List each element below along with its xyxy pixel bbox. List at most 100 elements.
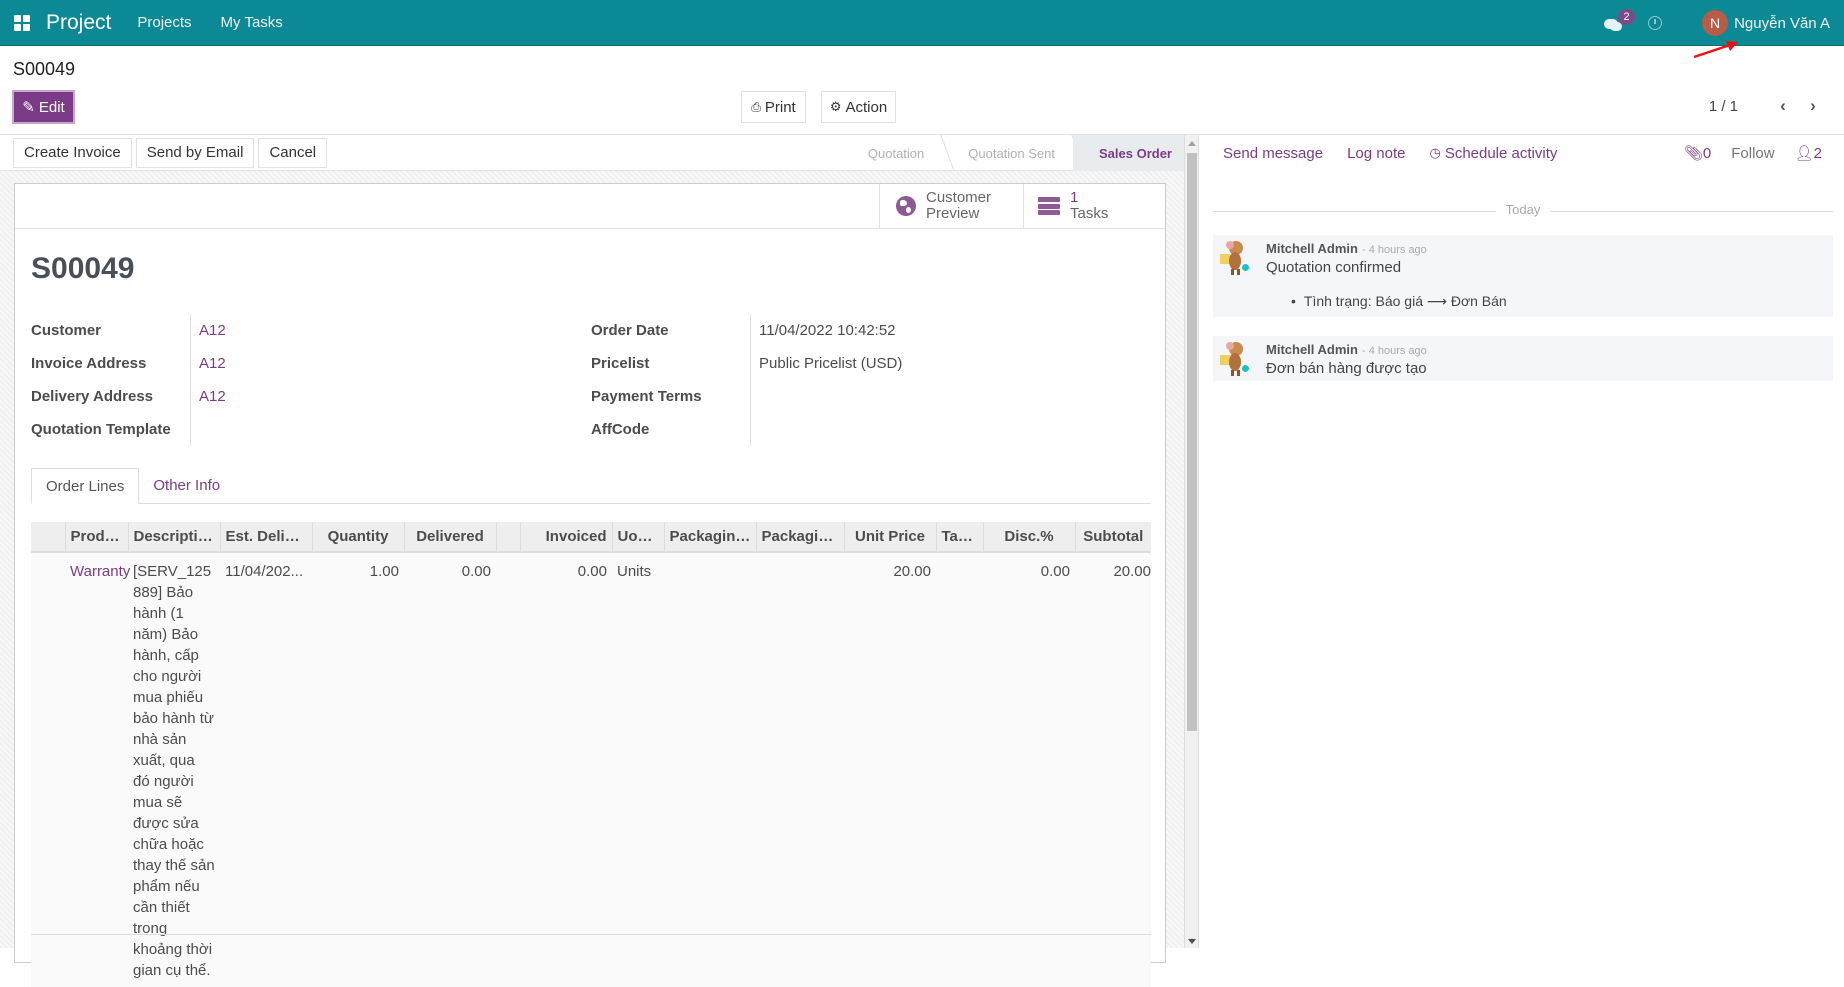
- col-quantity[interactable]: Quantity: [312, 522, 405, 553]
- pager-next-icon[interactable]: ›: [1798, 96, 1828, 116]
- user-icon: 👤︎: [1794, 145, 1814, 162]
- messaging-icon[interactable]: 2: [1604, 9, 1636, 33]
- send-message-button[interactable]: Send message: [1223, 145, 1323, 162]
- tracking-value: Tình trạng: Báo giá ⟶ Đơn Bán: [1303, 293, 1507, 309]
- schedule-activity-button[interactable]: ◷ Schedule activity: [1429, 145, 1557, 162]
- attachments-button[interactable]: 📎︎0: [1684, 144, 1711, 162]
- field-delivery-address: Delivery Address A12: [31, 380, 226, 413]
- table-row[interactable]: Warranty [SERV_125889] Bảo hành (1 năm) …: [31, 552, 1151, 987]
- action-button[interactable]: ⚙ Action: [821, 91, 896, 123]
- user-avatar[interactable]: N: [1702, 10, 1729, 36]
- message-author[interactable]: Mitchell Admin: [1266, 241, 1358, 256]
- gear-icon: ⚙: [829, 99, 842, 114]
- field-quotation-template: Quotation Template: [31, 413, 226, 446]
- cell-unit-price: 20.00: [844, 552, 936, 987]
- notebook-tabs: Order Lines Other Info: [31, 468, 1151, 504]
- col-packaging[interactable]: Packaging...: [756, 522, 845, 553]
- paperclip-icon: 📎︎: [1683, 145, 1703, 162]
- table-header-row: Product Description... Est. Deliver... Q…: [31, 522, 1151, 553]
- field-group-right: Order Date 11/04/2022 10:42:52 Pricelist…: [591, 314, 902, 446]
- cell-delivered: 0.00: [404, 552, 496, 987]
- activity-clock-icon[interactable]: [1648, 16, 1663, 30]
- online-status-icon: [1241, 263, 1250, 272]
- cell-subtotal: 20.00: [1075, 552, 1151, 987]
- annotation-arrow-icon: [1693, 41, 1738, 59]
- app-brand[interactable]: Project: [46, 11, 111, 35]
- field-invoice-address: Invoice Address A12: [31, 347, 226, 380]
- chatter-panel: Send message Log note ◷ Schedule activit…: [1198, 135, 1844, 948]
- breadcrumb: S00049: [13, 59, 76, 79]
- col-subtotal[interactable]: Subtotal: [1075, 522, 1151, 553]
- customer-preview-button[interactable]: Customer Preview: [879, 184, 1023, 228]
- field-customer: Customer A12: [31, 314, 226, 347]
- globe-icon: [896, 196, 916, 216]
- scroll-thumb[interactable]: [1187, 153, 1197, 731]
- message-body: Đơn bán hàng được tạo: [1266, 360, 1427, 377]
- message-body: Quotation confirmed: [1266, 259, 1402, 276]
- col-packaging-qty[interactable]: Packaging ...: [664, 522, 757, 553]
- chatter-topbar: Send message Log note ◷ Schedule activit…: [1199, 135, 1844, 171]
- record-title: S00049: [31, 252, 135, 285]
- field-pricelist: Pricelist Public Pricelist (USD): [591, 347, 902, 380]
- col-uom[interactable]: UoM...: [612, 522, 665, 553]
- tasks-count: 1: [1070, 189, 1079, 206]
- user-menu[interactable]: Nguyễn Văn A: [1734, 15, 1830, 32]
- nav-projects[interactable]: Projects: [137, 14, 191, 31]
- stage-sales-order[interactable]: Sales Order: [1073, 135, 1186, 171]
- form-sheet: Customer Preview 1 Tasks S00049 Customer…: [14, 183, 1167, 987]
- nav-my-tasks[interactable]: My Tasks: [221, 14, 283, 31]
- cell-discount: 0.00: [983, 552, 1075, 987]
- scroll-down-arrow-icon[interactable]: [1188, 939, 1196, 944]
- follow-button[interactable]: Follow: [1731, 145, 1774, 162]
- stage-quotation-sent[interactable]: Quotation Sent: [942, 135, 1073, 171]
- field-affcode: AffCode: [591, 413, 902, 446]
- messages-badge: 2: [1618, 9, 1636, 25]
- cell-product[interactable]: Warranty: [65, 552, 130, 987]
- print-icon: ⎙: [751, 99, 761, 114]
- stage-quotation[interactable]: Quotation: [842, 135, 942, 171]
- field-payment-terms: Payment Terms: [591, 380, 902, 413]
- col-delivered[interactable]: Delivered: [404, 522, 497, 553]
- cell-packaging-qty: [664, 552, 756, 987]
- tasks-button[interactable]: 1 Tasks: [1023, 184, 1167, 228]
- apps-menu-icon[interactable]: [14, 14, 30, 31]
- tab-other-info[interactable]: Other Info: [139, 468, 234, 503]
- col-taxes[interactable]: Taxes: [936, 522, 984, 553]
- col-discount[interactable]: Disc.%: [983, 522, 1076, 553]
- pager-value[interactable]: 1 / 1: [1709, 98, 1738, 115]
- print-button[interactable]: ⎙ Print: [741, 91, 806, 123]
- status-stages: Quotation Quotation Sent Sales Order: [842, 135, 1186, 171]
- cell-invoiced: 0.00: [520, 552, 612, 987]
- table-footer-line: [31, 934, 1151, 935]
- form-view: Create Invoice Send by Email Cancel Quot…: [0, 135, 1186, 987]
- pager: 1 / 1 ‹ ›: [1709, 96, 1844, 116]
- cell-packaging: [756, 552, 844, 987]
- log-note-button[interactable]: Log note: [1347, 145, 1405, 162]
- col-est-delivery[interactable]: Est. Deliver...: [220, 522, 313, 553]
- col-description[interactable]: Description...: [128, 522, 221, 553]
- message-author[interactable]: Mitchell Admin: [1266, 342, 1358, 357]
- scroll-up-arrow-icon[interactable]: [1188, 141, 1196, 146]
- cell-est-delivery: 11/04/202...: [220, 552, 312, 987]
- pencil-icon: ✎: [22, 99, 35, 116]
- tasks-icon: [1038, 197, 1060, 215]
- top-navbar: Project Projects My Tasks 2 N Nguyễn Văn…: [0, 0, 1844, 46]
- cell-taxes: [936, 552, 983, 987]
- cell-description: [SERV_125889] Bảo hành (1 năm) Bảo hành,…: [128, 552, 220, 987]
- date-separator: Today: [1213, 202, 1833, 217]
- form-scrollbar[interactable]: [1184, 135, 1198, 948]
- pager-previous-icon[interactable]: ‹: [1768, 96, 1798, 116]
- col-unit-price[interactable]: Unit Price: [844, 522, 937, 553]
- chatter-message: Mitchell Admin - 4 hours ago Quotation co…: [1213, 235, 1833, 317]
- send-by-email-button[interactable]: Send by Email: [135, 137, 255, 168]
- followers-button[interactable]: 👤︎2: [1795, 144, 1822, 162]
- tab-order-lines[interactable]: Order Lines: [31, 468, 140, 504]
- field-order-date: Order Date 11/04/2022 10:42:52: [591, 314, 902, 347]
- online-status-icon: [1241, 364, 1250, 373]
- col-invoiced[interactable]: Invoiced: [520, 522, 613, 553]
- create-invoice-button[interactable]: Create Invoice: [13, 137, 132, 168]
- cancel-button[interactable]: Cancel: [258, 137, 328, 168]
- order-lines-table: Product Description... Est. Deliver... Q…: [31, 522, 1151, 987]
- col-product[interactable]: Product: [65, 522, 129, 553]
- edit-button[interactable]: ✎ Edit: [12, 90, 75, 124]
